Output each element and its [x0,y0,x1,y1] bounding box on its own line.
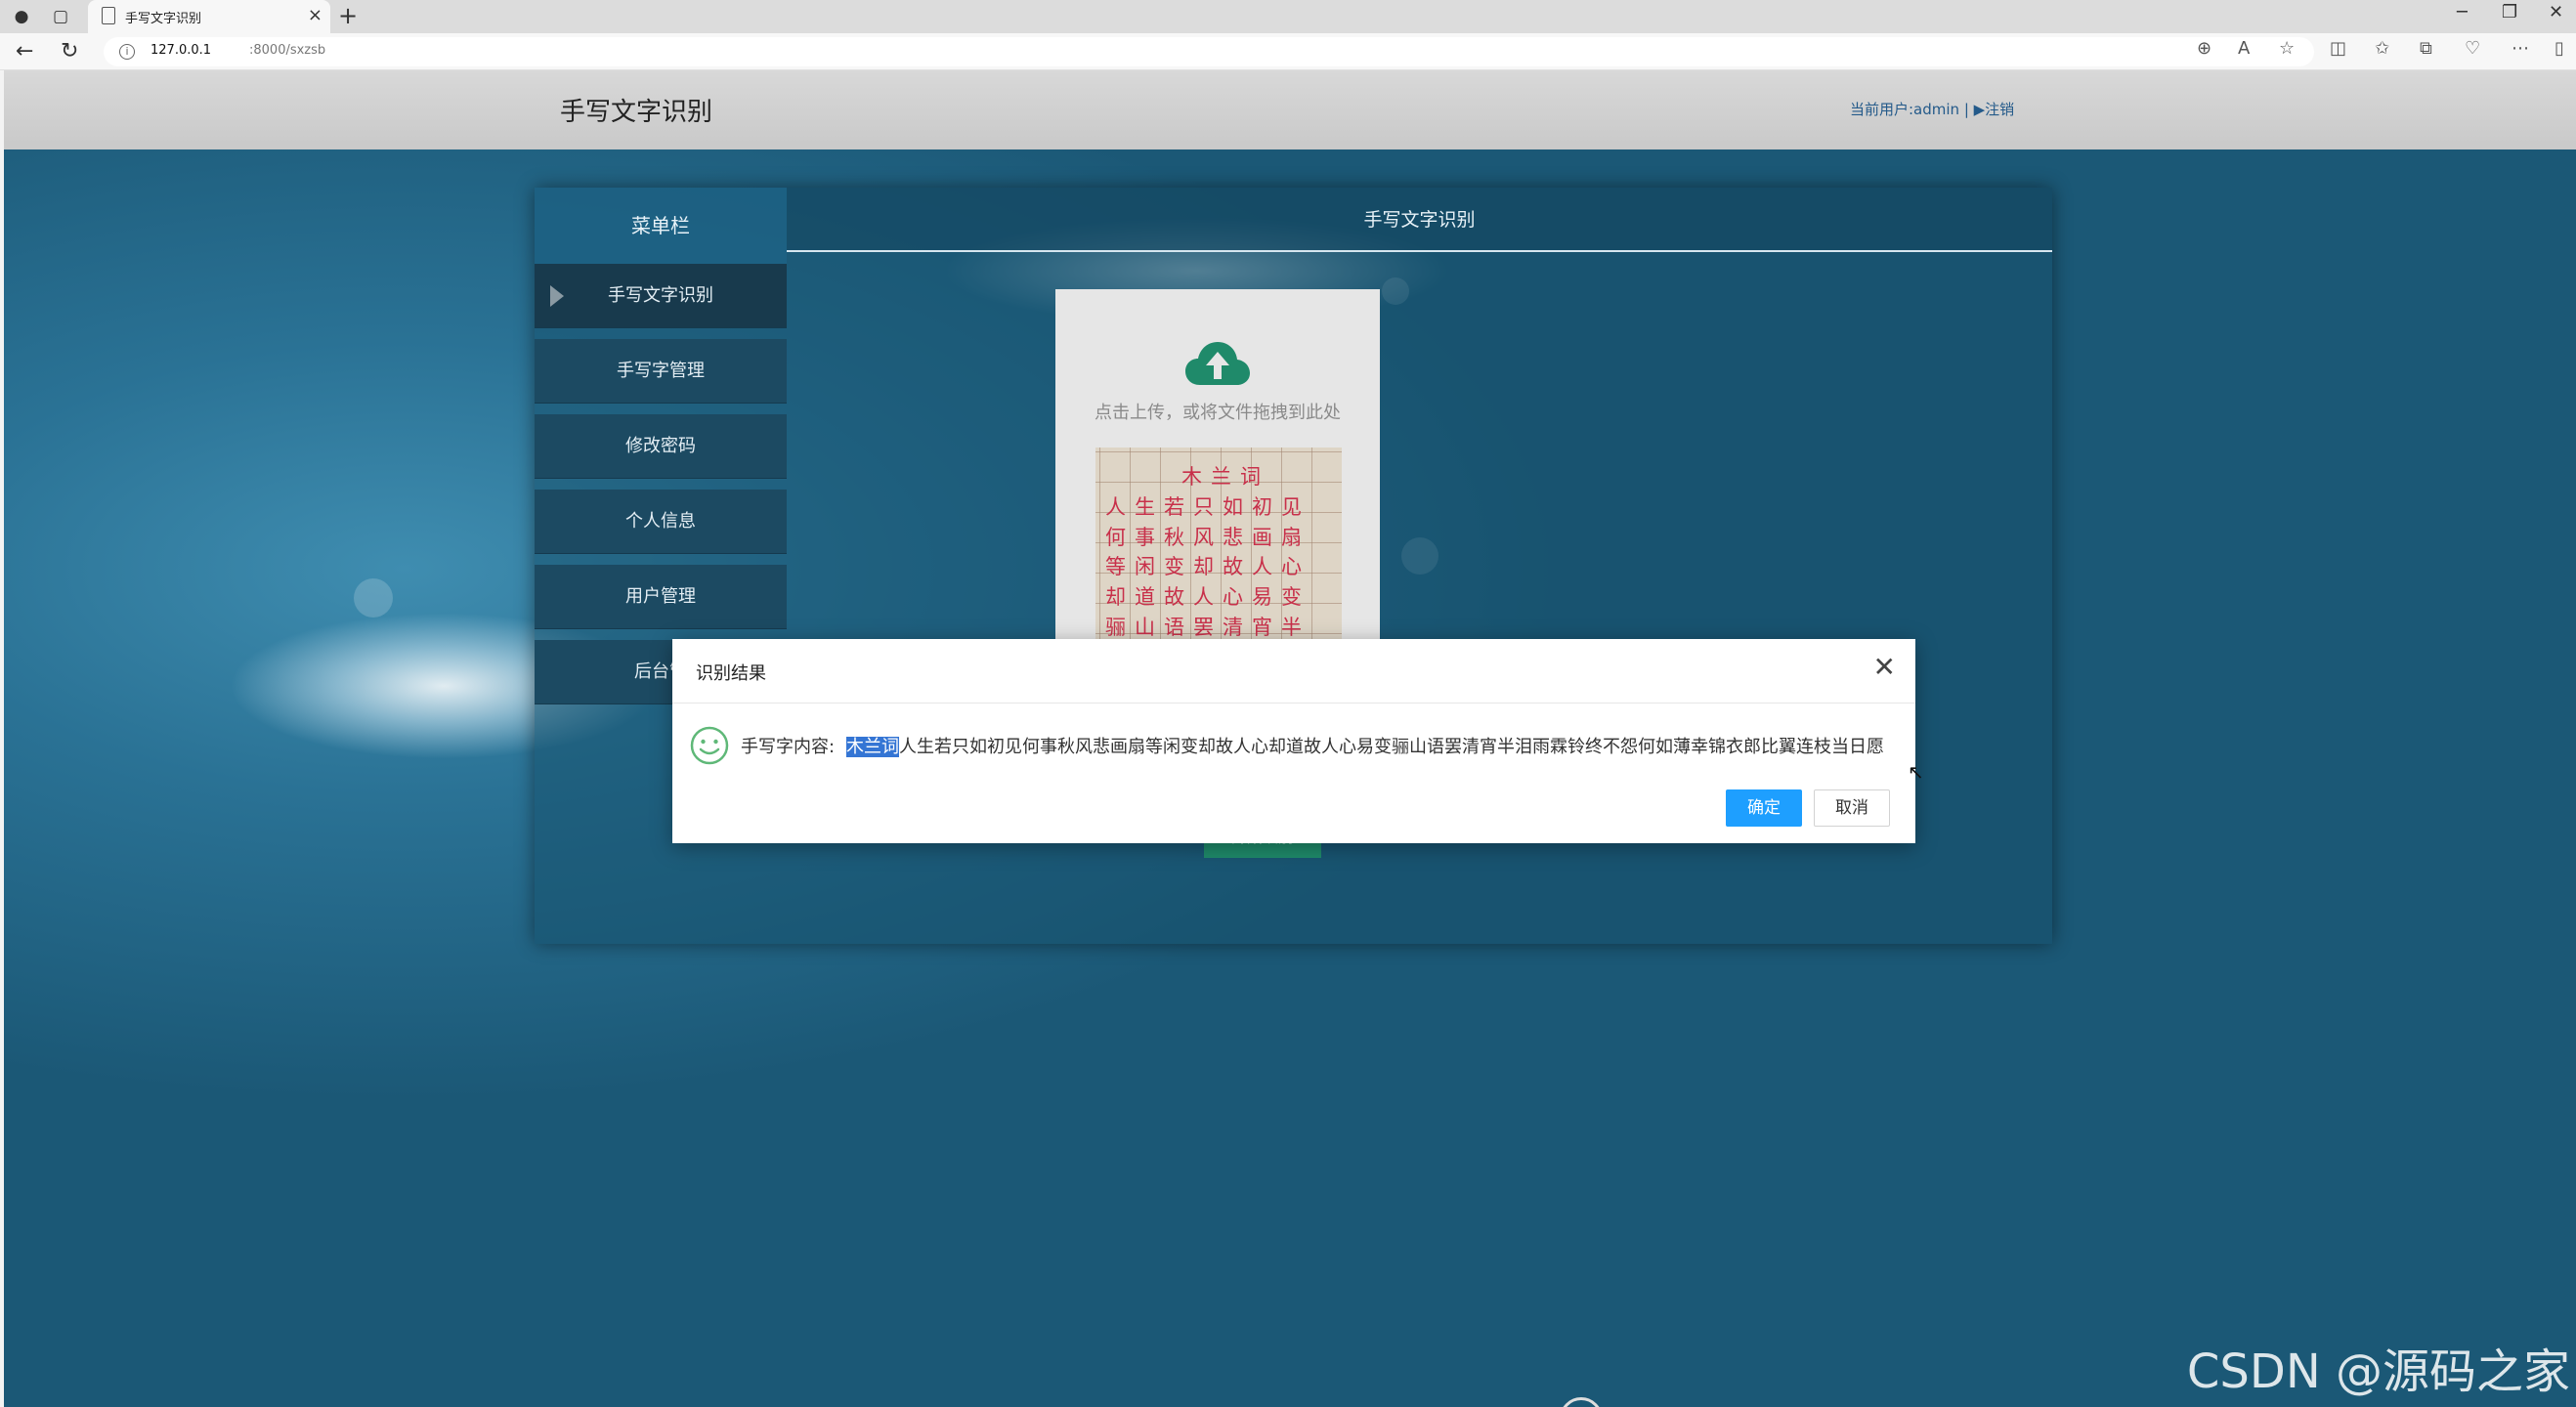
url-host: 127.0.0.1 [150,43,212,58]
preview-text-line: 却道故人心易变 [1105,585,1310,609]
new-tab-icon[interactable]: + [338,2,358,29]
user-logout-link[interactable]: 当前用户:admin | ▶注销 [1850,99,2014,119]
sidebar-item-label: 用户管理 [625,586,696,607]
split-screen-icon[interactable]: ◫ [2330,38,2346,59]
result-dialog: 识别结果 ✕ 手写字内容: 木兰词人生若只如初见何事秋风悲画扇等闲变却故人心却道… [672,639,1915,843]
read-aloud-icon[interactable]: A [2238,38,2250,59]
browser-essentials-icon[interactable]: ♡ [2465,38,2480,59]
close-icon[interactable]: ✕ [1873,651,1896,683]
sidebar-title: 菜单栏 [631,214,690,237]
site-header: 手写文字识别 当前用户:admin | ▶注销 [4,70,2576,149]
sidebar-item-change-password[interactable]: 修改密码 [535,414,787,479]
refresh-icon[interactable]: ↻ [61,39,78,64]
sidebar-header: 菜单栏 [535,188,787,264]
site-info-icon[interactable]: i [119,44,135,60]
confirm-button[interactable]: 确定 [1726,789,1802,827]
sidebar-item-handwriting-recognition[interactable]: 手写文字识别 [535,264,787,328]
back-icon[interactable]: ← [16,39,33,64]
floating-circle-icon[interactable] [1560,1397,1603,1407]
preview-text-line: 人生若只如初见 [1105,495,1310,519]
sidebar-item-label: 手写字管理 [617,361,705,381]
sidebar-item-label: 个人信息 [625,511,696,532]
selected-text: 木兰词 [846,737,899,757]
tab-title: 手写文字识别 [125,12,202,26]
more-menu-icon[interactable]: ⋯ [2512,38,2529,59]
result-text[interactable]: 木兰词人生若只如初见何事秋风悲画扇等闲变却故人心却道故人心易变骊山语罢清宵半泪雨… [846,733,1884,758]
preview-text-line: 何事秋风悲画扇 [1105,526,1310,549]
content-title: 手写文字识别 [1363,209,1476,231]
profile-icon[interactable]: ● [8,4,35,29]
preview-text-line: 骊山语罢清宵半 [1105,616,1310,639]
tab-actions-icon[interactable]: ▢ [47,4,74,29]
dialog-divider [672,703,1915,704]
sidebar-toggle-icon[interactable]: ▯ [2555,38,2564,59]
watermark: CSDN @源码之家 [2186,1344,2570,1399]
upload-dropzone[interactable]: 点击上传，或将文件拖拽到此处 木兰词 人生若只如初见 何事秋风悲画扇 等闲变却故… [1055,289,1380,690]
sidebar-item-handwriting-management[interactable]: 手写字管理 [535,339,787,404]
preview-text-line: 等闲变却故人心 [1105,555,1310,578]
content-header: 手写文字识别 [787,188,2052,252]
dialog-title: 识别结果 [696,663,766,684]
result-text-rest: 人生若只如初见何事秋风悲画扇等闲变却故人心却道故人心易变骊山语罢清宵半泪雨霖铃终… [899,737,1884,757]
window-close-icon[interactable]: ✕ [2549,2,2563,22]
favorites-icon[interactable]: ✩ [2375,38,2389,59]
cancel-button[interactable]: 取消 [1814,789,1890,827]
browser-tab[interactable]: 手写文字识别 × [88,0,330,33]
favorite-star-icon[interactable]: ☆ [2279,38,2295,59]
collections-icon[interactable]: ⧉ [2420,38,2432,59]
mouse-cursor-icon: ↖ [1908,760,1924,784]
sidebar-item-user-management[interactable]: 用户管理 [535,565,787,629]
background-bubble [354,578,393,618]
zoom-icon[interactable]: ⊕ [2197,38,2211,59]
url-field[interactable]: i 127.0.0.1 :8000/sxzsb [104,37,2314,66]
uploaded-image-preview: 木兰词 人生若只如初见 何事秋风悲画扇 等闲变却故人心 却道故人心易变 骊山语罢… [1095,448,1342,643]
url-path: :8000/sxzsb [249,43,326,58]
smile-icon [690,726,729,765]
sidebar-item-label: 手写文字识别 [608,285,713,306]
browser-tab-bar: ● ▢ 手写文字识别 × + ─ ❐ ✕ [0,0,2576,33]
sidebar-item-label: 修改密码 [625,436,696,456]
site-title: 手写文字识别 [560,98,713,127]
preview-text-line: 木兰词 [1181,465,1269,489]
minimize-icon[interactable]: ─ [2457,2,2468,22]
page-icon [102,7,115,24]
restore-icon[interactable]: ❐ [2502,2,2517,22]
sidebar-item-profile[interactable]: 个人信息 [535,490,787,554]
address-bar-row: ← ↻ i 127.0.0.1 :8000/sxzsb ⊕ A ☆ ◫ ✩ ⧉ … [0,33,2576,70]
upload-hint: 点击上传，或将文件拖拽到此处 [1095,403,1341,423]
cloud-upload-icon [1185,342,1250,385]
tab-close-icon[interactable]: × [308,5,322,25]
result-label: 手写字内容: [741,737,836,757]
